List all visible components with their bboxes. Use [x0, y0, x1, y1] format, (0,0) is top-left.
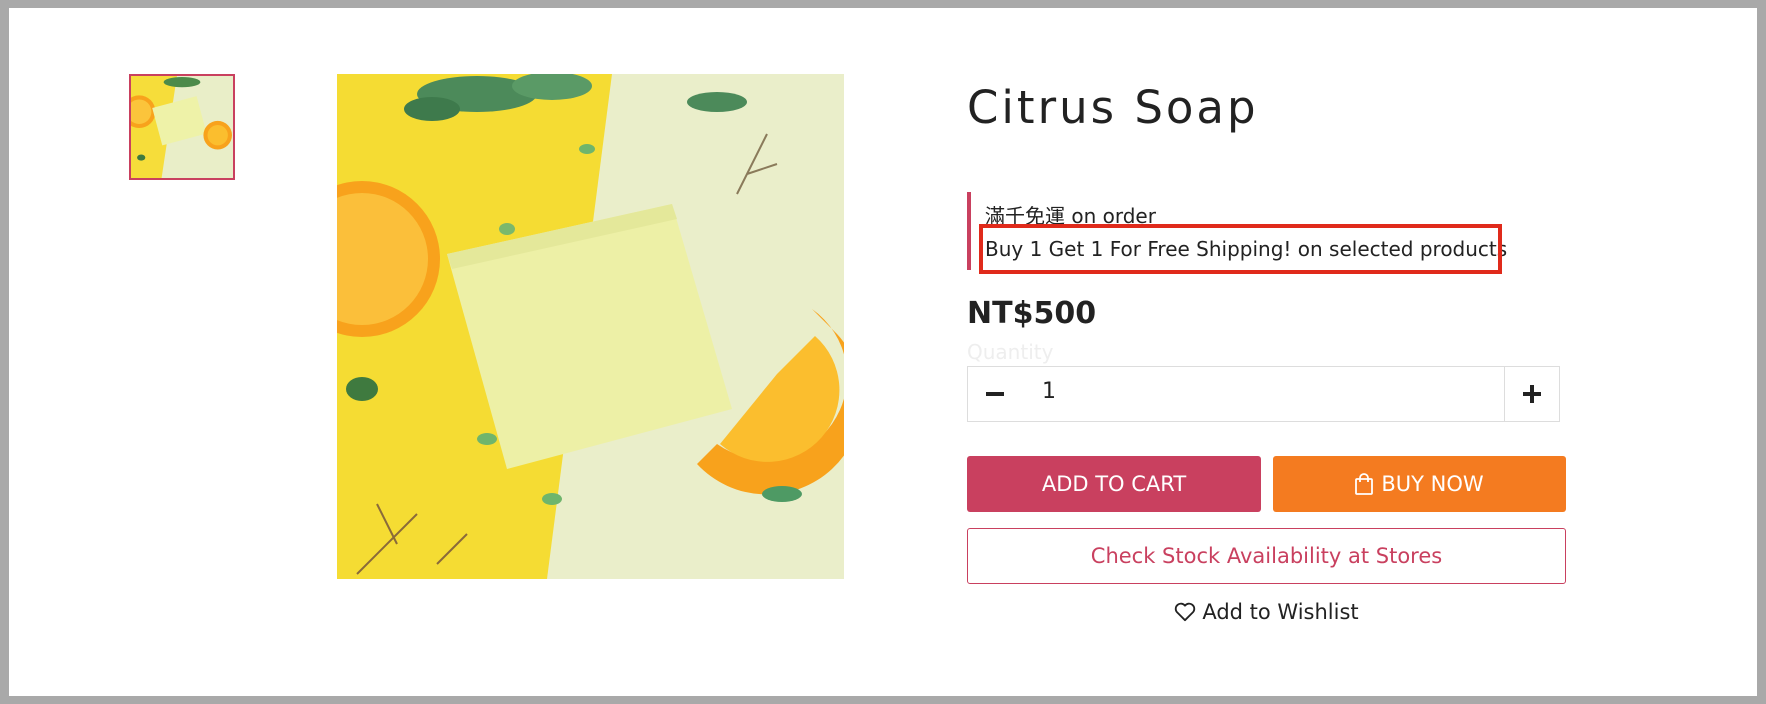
product-info: Citrus Soap 滿千免運 on order Buy 1 Get 1 Fo… [967, 74, 1567, 624]
check-stock-label: Check Stock Availability at Stores [1090, 544, 1443, 568]
quantity-decrease-button[interactable] [968, 367, 1022, 421]
product-thumbnail[interactable] [129, 74, 235, 180]
add-to-cart-button[interactable]: ADD TO CART [967, 456, 1261, 512]
quantity-input[interactable]: 1 [1042, 379, 1056, 404]
product-title: Citrus Soap [967, 81, 1259, 134]
promotion-list: 滿千免運 on order Buy 1 Get 1 For Free Shipp… [967, 192, 1527, 274]
quantity-label: Quantity [967, 340, 1054, 364]
check-stock-button[interactable]: Check Stock Availability at Stores [967, 528, 1566, 584]
product-page: Citrus Soap 滿千免運 on order Buy 1 Get 1 Fo… [9, 8, 1757, 696]
add-to-cart-label: ADD TO CART [1041, 472, 1187, 496]
quantity-increase-button[interactable] [1504, 367, 1559, 421]
citrus-soap-photo [337, 74, 844, 579]
product-main-image [337, 74, 844, 579]
quantity-stepper: 1 [967, 366, 1560, 422]
add-to-wishlist-button[interactable]: Add to Wishlist [967, 592, 1566, 632]
thumbnail-image [131, 76, 233, 178]
plus-icon [1523, 385, 1541, 403]
minus-icon [986, 392, 1004, 396]
highlight-box [979, 224, 1502, 274]
product-price: NT$500 [967, 296, 1097, 331]
wishlist-label: Add to Wishlist [1202, 600, 1359, 624]
shopping-bag-icon [1355, 473, 1374, 495]
buy-now-button[interactable]: BUY NOW [1273, 456, 1566, 512]
heart-icon [1174, 602, 1196, 622]
buy-now-label: BUY NOW [1381, 472, 1484, 496]
